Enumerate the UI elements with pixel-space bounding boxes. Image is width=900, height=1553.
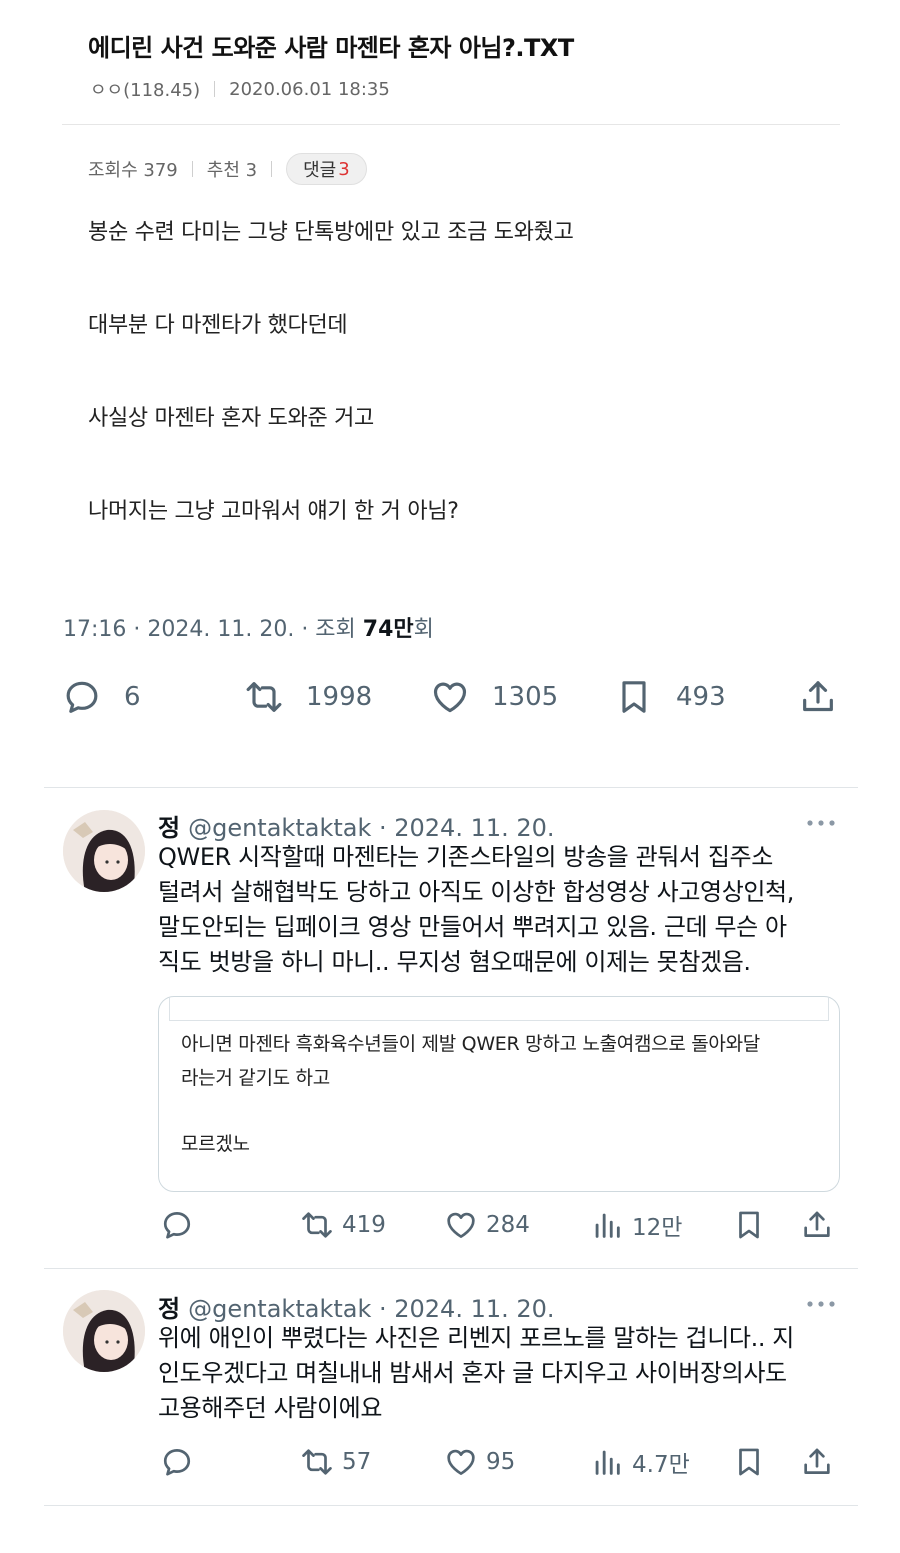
tweet-time-text: 17:16 · 2024. 11. 20. · 조회 (63, 617, 363, 642)
avatar-image (63, 1290, 145, 1372)
retweet-button[interactable]: 419 (300, 1205, 386, 1245)
post-divider (62, 124, 840, 125)
avatar[interactable] (63, 810, 145, 892)
section-divider (44, 1505, 858, 1506)
views-button[interactable]: 12만 (590, 1205, 682, 1245)
avatar-image (63, 810, 145, 892)
retweet-button[interactable]: 57 (300, 1442, 371, 1482)
share-icon (804, 1448, 830, 1474)
reply-text-line: 직도 벗방을 하니 마니.. 무지성 혐오때문에 이제는 못참겠음. (158, 948, 751, 976)
tweet-timestamp: 17:16 · 2024. 11. 20. · 조회 74만회 (63, 611, 434, 643)
like-count: 95 (486, 1449, 516, 1475)
retweet-count: 57 (342, 1449, 372, 1475)
like-button[interactable]: 284 (444, 1205, 530, 1245)
reply-text-line: 털려서 살해협박도 당하고 아직도 이상한 합성영상 사고영상인척, (158, 878, 794, 906)
reply-button[interactable]: 6 (62, 672, 141, 722)
reply-icon (163, 1449, 191, 1476)
like-count: 1305 (492, 682, 559, 712)
bookmark-icon (739, 1211, 759, 1239)
comment-count: 3 (338, 158, 350, 180)
like-icon (447, 1449, 475, 1475)
post-body-line: 나머지는 그냥 고마워서 얘기 한 거 아님? (88, 499, 459, 524)
quote-text-line: 라는거 같기도 하고 (181, 1067, 330, 1089)
share-button[interactable] (800, 1442, 834, 1482)
retweet-icon (302, 1212, 332, 1238)
like-count: 284 (486, 1212, 530, 1238)
share-button[interactable] (798, 672, 838, 722)
post-datetime: 2020.06.01 18:35 (229, 78, 390, 100)
retweet-icon (246, 682, 282, 712)
post-meta: ㅇㅇ(118.45) 2020.06.01 18:35 (90, 76, 390, 102)
like-icon (433, 682, 467, 713)
post-body-line: 봉순 수련 다미는 그냥 단톡방에만 있고 조금 도와줬고 (88, 220, 574, 245)
retweet-icon (302, 1449, 332, 1475)
bookmark-button[interactable]: 493 (614, 672, 726, 722)
views-count: 4.7만 (632, 1452, 690, 1478)
reply-text-line: QWER 시작할때 마젠타는 기존스타일의 방송을 관둬서 집주소 (158, 843, 773, 871)
section-divider (44, 787, 858, 788)
views-count: 12만 (632, 1215, 683, 1241)
post-title: 에디린 사건 도와준 사람 마젠타 혼자 아님?.TXT (88, 34, 574, 62)
reply-handle-date: @gentaktaktak · 2024. 11. 20. (188, 814, 555, 842)
tweet-view-suffix: 회 (413, 617, 434, 642)
reply-text-line: 위에 애인이 뿌렸다는 사진은 리벤지 포르노를 말하는 겁니다.. 지 (158, 1324, 794, 1352)
section-divider (44, 1268, 858, 1269)
like-button[interactable]: 1305 (430, 672, 558, 722)
avatar[interactable] (63, 1290, 145, 1372)
reply-handle-date: @gentaktaktak · 2024. 11. 20. (188, 1295, 555, 1323)
recommend-count: 추천 3 (206, 160, 258, 181)
reply-author-name[interactable]: 정 (158, 1295, 180, 1323)
bookmark-button[interactable] (732, 1442, 766, 1482)
reply-text-line: 말도안되는 딥페이크 영상 만들어서 뿌려지고 있음. 근데 무슨 아 (158, 913, 787, 941)
quote-text-line: 아니면 마젠타 흑화육수년들이 제발 QWER 망하고 노출여캠으로 돌아와달 (181, 1033, 760, 1055)
bookmark-button[interactable] (732, 1205, 766, 1245)
bookmark-icon (622, 681, 646, 713)
reply-action-bar: 57 95 4.7만 (158, 1442, 838, 1482)
reply-action-bar: 419 284 12만 (158, 1205, 838, 1245)
retweet-count: 1998 (306, 682, 373, 712)
comment-count-pill: 댓글 3 (286, 153, 367, 185)
reply-button[interactable] (160, 1205, 194, 1245)
quote-text-line: 모르겠노 (181, 1133, 250, 1155)
like-button[interactable]: 95 (444, 1442, 515, 1482)
share-icon (804, 1211, 830, 1237)
stats-separator (271, 161, 273, 177)
reply-text-line: 인도우겠다고 며칠내내 밤새서 혼자 글 다지우고 사이버장의사도 (158, 1359, 787, 1387)
comment-label: 댓글 (303, 160, 337, 181)
reply-header: 정 @gentaktaktak · 2024. 11. 20. (158, 1289, 555, 1324)
post-body-line: 사실상 마젠타 혼자 도와준 거고 (88, 406, 374, 431)
more-icon[interactable] (805, 1299, 837, 1309)
meta-separator (214, 81, 216, 97)
post-body-line: 대부분 다 마젠타가 했다던데 (88, 313, 348, 338)
share-icon (803, 681, 833, 712)
post-author: ㅇㅇ(118.45) (90, 80, 201, 101)
quoted-image-card[interactable]: 아니면 마젠타 흑화육수년들이 제발 QWER 망하고 노출여캠으로 돌아와달 … (158, 996, 840, 1192)
reply-text-line: 고용해주던 사람이에요 (158, 1394, 383, 1422)
quote-frame (169, 997, 829, 1021)
reply-header: 정 @gentaktaktak · 2024. 11. 20. (158, 808, 555, 843)
tweet-view-count: 74만 (362, 617, 414, 642)
views-icon (595, 1450, 620, 1475)
post-stats: 조회수 379 추천 3 댓글 3 (88, 152, 367, 186)
tweet-action-bar: 6 1998 1305 493 (62, 672, 840, 722)
like-icon (447, 1212, 475, 1238)
reply-author-name[interactable]: 정 (158, 814, 180, 842)
bookmark-icon (739, 1448, 759, 1476)
retweet-button[interactable]: 1998 (244, 672, 372, 722)
reply-icon (66, 681, 98, 713)
more-icon[interactable] (805, 818, 837, 828)
views-button[interactable]: 4.7만 (590, 1442, 690, 1482)
reply-text: QWER 시작할때 마젠타는 기존스타일의 방송을 관둬서 집주소 털려서 살해… (158, 840, 838, 980)
stats-separator (191, 161, 193, 177)
bookmark-count: 493 (676, 682, 726, 712)
views-count: 조회수 379 (88, 160, 178, 181)
views-icon (595, 1213, 620, 1238)
reply-text: 위에 애인이 뿌렸다는 사진은 리벤지 포르노를 말하는 겁니다.. 지 인도우… (158, 1321, 838, 1426)
share-button[interactable] (800, 1205, 834, 1245)
reply-count: 6 (124, 682, 141, 712)
reply-button[interactable] (160, 1442, 194, 1482)
retweet-count: 419 (342, 1212, 386, 1238)
reply-icon (163, 1212, 191, 1239)
